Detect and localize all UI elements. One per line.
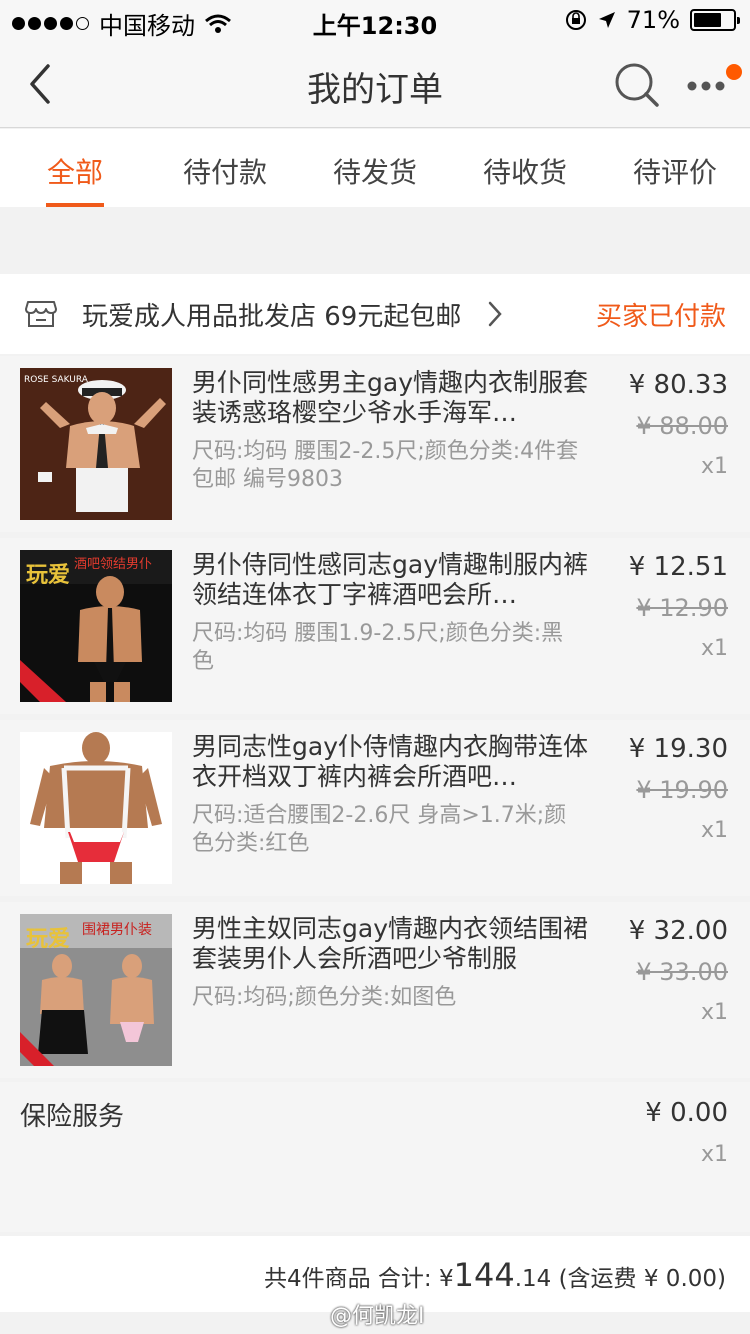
order-total: 共4件商品 合计: ¥144.14 (含运费 ¥ 0.00) (264, 1256, 726, 1294)
status-bar: 中国移动 上午12:30 71% (0, 0, 750, 40)
thumbnail-brand: 玩爱 (26, 927, 70, 952)
tab-all[interactable]: 全部 (0, 129, 150, 207)
shipping-note: (含运费 ¥ 0.00) (558, 1266, 726, 1292)
product-spec: 尺码:均码;颜色分类:如图色 (192, 985, 457, 1010)
order-tabs: 全部 待付款 待发货 待收货 待评价 (0, 129, 750, 207)
tab-pending-payment[interactable]: 待付款 (150, 129, 300, 207)
shop-header[interactable]: 玩爱成人用品批发店 69元起包邮 买家已付款 (0, 274, 750, 354)
order-item[interactable]: ROSE SAKURA 男仆同性感男主gay情趣内衣制服套装诱惑珞樱空少爷水手海… (0, 356, 750, 532)
chevron-right-icon (488, 301, 502, 327)
insurance-price: ¥ 0.00 (645, 1098, 728, 1128)
shop-icon (25, 301, 57, 327)
product-thumbnail: ROSE SAKURA (20, 368, 172, 520)
battery-icon (690, 9, 740, 31)
insurance-label: 保险服务 (20, 1102, 125, 1132)
product-price: ¥ 19.30 (628, 734, 728, 764)
product-original-price: ¥ 88.00 (636, 412, 728, 440)
navigation-bar: 我的订单 (0, 40, 750, 128)
shop-name[interactable]: 玩爱成人用品批发店 69元起包邮 (82, 296, 461, 333)
more-options-icon[interactable] (684, 60, 744, 110)
product-title[interactable]: 男同志性gay仆侍情趣内衣胸带连体衣开档双丁裤内裤会所酒吧… (192, 732, 590, 792)
order-item[interactable]: 玩爱 围裙男仆装 男性主奴同志gay情趣内衣领结围裙套装男仆人会所酒吧少爷制服 … (0, 902, 750, 1078)
tab-pending-review[interactable]: 待评价 (600, 129, 750, 207)
product-quantity: x1 (700, 818, 728, 843)
insurance-quantity: x1 (700, 1142, 728, 1167)
thumbnail-caption: 围裙男仆装 (82, 922, 152, 938)
product-quantity: x1 (700, 636, 728, 661)
rotation-lock-icon (565, 10, 586, 30)
total-integer: 144 (453, 1256, 515, 1294)
insurance-service: 保险服务 ¥ 0.00 x1 (0, 1082, 750, 1232)
tab-pending-receipt[interactable]: 待收货 (450, 129, 600, 207)
watermark: @何凯龙I (330, 1304, 425, 1329)
item-count-label: 共4件商品 合计: (263, 1266, 432, 1292)
product-title[interactable]: 男仆同性感男主gay情趣内衣制服套装诱惑珞樱空少爷水手海军… (192, 368, 590, 428)
thumbnail-brand: 玩爱 (26, 563, 70, 588)
thumbnail-brand: ROSE SAKURA (24, 375, 89, 385)
search-icon[interactable] (612, 60, 662, 110)
product-spec: 尺码:均码 腰围2-2.5尺;颜色分类:4件套 包邮 编号9803 (192, 439, 579, 492)
order-item[interactable]: 玩爱 酒吧领结男仆 男仆侍同性感同志gay情趣制服内裤领结连体衣丁字裤酒吧会所…… (0, 538, 750, 714)
product-spec: 尺码:适合腰围2-2.6尺 身高>1.7米;颜色分类:红色 (192, 803, 567, 856)
product-quantity: x1 (700, 454, 728, 479)
thumbnail-caption: 酒吧领结男仆 (74, 557, 152, 572)
currency-symbol: ¥ (438, 1266, 454, 1292)
product-thumbnail: 玩爱 围裙男仆装 (20, 914, 172, 1066)
product-title[interactable]: 男性主奴同志gay情趣内衣领结围裙套装男仆人会所酒吧少爷制服 (192, 914, 590, 974)
product-original-price: ¥ 19.90 (636, 776, 728, 804)
product-thumbnail (20, 732, 172, 884)
order-item[interactable]: 男同志性gay仆侍情趣内衣胸带连体衣开档双丁裤内裤会所酒吧… 尺码:适合腰围2-… (0, 720, 750, 896)
product-quantity: x1 (700, 1000, 728, 1025)
product-price: ¥ 12.51 (628, 552, 728, 582)
product-original-price: ¥ 33.00 (636, 958, 728, 986)
notification-dot (726, 64, 742, 80)
product-title[interactable]: 男仆侍同性感同志gay情趣制服内裤领结连体衣丁字裤酒吧会所… (192, 550, 590, 610)
product-original-price: ¥ 12.90 (636, 594, 728, 622)
location-arrow-icon (598, 12, 615, 28)
product-price: ¥ 80.33 (628, 370, 728, 400)
total-decimal: .14 (514, 1266, 552, 1292)
product-price: ¥ 32.00 (628, 916, 728, 946)
product-spec: 尺码:均码 腰围1.9-2.5尺;颜色分类:黑色 (192, 621, 564, 674)
order-status: 买家已付款 (595, 302, 726, 332)
battery-percent: 71% (626, 6, 680, 34)
tab-pending-shipment[interactable]: 待发货 (300, 129, 450, 207)
product-thumbnail: 玩爱 酒吧领结男仆 (20, 550, 172, 702)
